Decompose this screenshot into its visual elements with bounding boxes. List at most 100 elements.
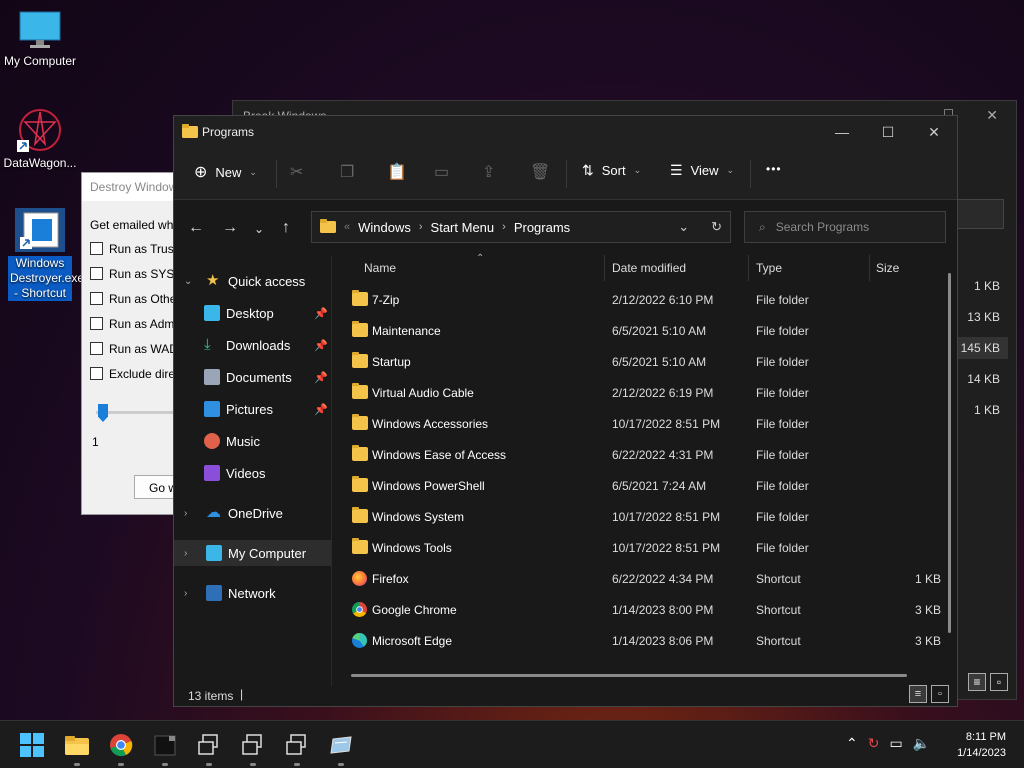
- maximize-icon[interactable]: ☐: [865, 116, 911, 148]
- file-explorer-taskbar-icon[interactable]: [65, 733, 89, 757]
- details-view-icon[interactable]: ≡: [968, 673, 986, 691]
- refresh-icon[interactable]: ↻: [711, 219, 722, 235]
- chevron-right-icon[interactable]: ›: [184, 508, 198, 519]
- back-arrow-icon[interactable]: ←: [188, 219, 204, 237]
- list-view-icon: ☰: [670, 162, 683, 178]
- address-bar[interactable]: « Windows › Start Menu › Programs ⌄ ↻: [311, 211, 731, 243]
- column-header-type[interactable]: Type: [756, 261, 782, 275]
- file-row[interactable]: 7-Zip 2/12/2022 6:10 PM File folder: [332, 285, 947, 316]
- explorer-window[interactable]: Programs — ☐ ✕ ⊕ New ⌄ ✂ ❐ 📋 ▭ ⇪ 🗑 ⇅ Sor…: [173, 115, 958, 707]
- desktop-icon-datawagon[interactable]: DataWagon...: [0, 108, 80, 170]
- chevron-down-icon: ⌄: [249, 166, 257, 177]
- checkbox[interactable]: [90, 292, 103, 305]
- sidebar-item-my-computer[interactable]: › My Computer: [174, 540, 332, 566]
- close-icon[interactable]: ✕: [986, 107, 998, 124]
- delete-button[interactable]: 🗑: [530, 162, 550, 182]
- chevron-right-icon[interactable]: ›: [184, 548, 198, 559]
- desktop-icon-my-computer[interactable]: My Computer: [0, 10, 80, 68]
- sidebar-item-quick-access[interactable]: ⌄ ★ Quick access: [174, 268, 332, 294]
- share-button[interactable]: ⇪: [482, 162, 495, 182]
- breadcrumb-item[interactable]: Start Menu: [431, 220, 495, 235]
- window-taskbar-icon[interactable]: [241, 733, 265, 757]
- app-taskbar-icon[interactable]: [153, 733, 177, 757]
- close-icon[interactable]: ✕: [911, 116, 957, 148]
- overflow-icon[interactable]: «: [344, 221, 350, 233]
- file-row[interactable]: Microsoft Edge 1/14/2023 8:06 PM Shortcu…: [332, 626, 947, 657]
- copy-button[interactable]: ❐: [340, 162, 354, 182]
- sidebar-item-downloads[interactable]: ⤓ Downloads 📌: [174, 332, 332, 358]
- vertical-scrollbar[interactable]: [948, 273, 951, 633]
- sidebar-item-music[interactable]: Music: [174, 428, 332, 454]
- cloud-icon: ☁: [206, 504, 221, 521]
- column-header-date[interactable]: Date modified: [612, 261, 686, 275]
- breadcrumb-item[interactable]: Windows: [358, 220, 411, 235]
- network-icon[interactable]: ▭: [889, 735, 902, 752]
- sort-button[interactable]: ⇅ Sort ⌄: [582, 162, 641, 179]
- recent-chevron-icon[interactable]: ⌄: [254, 222, 264, 236]
- sync-icon[interactable]: ↻: [868, 735, 880, 752]
- view-toggle[interactable]: ≡ ▫: [968, 673, 1008, 691]
- tiles-view-icon[interactable]: ▫: [990, 673, 1008, 691]
- app-taskbar-icon[interactable]: [329, 733, 353, 757]
- chevron-down-icon[interactable]: ⌄: [678, 219, 689, 235]
- file-row[interactable]: Windows Ease of Access 6/22/2022 4:31 PM…: [332, 440, 947, 471]
- rename-button[interactable]: ▭: [434, 162, 449, 182]
- sidebar-item-documents[interactable]: Documents 📌: [174, 364, 332, 390]
- paste-button[interactable]: 📋: [387, 162, 407, 182]
- horizontal-scrollbar[interactable]: [351, 674, 907, 677]
- destroy-windows-dialog[interactable]: Destroy Windows Get emailed whe Run as T…: [81, 172, 181, 515]
- column-headers: ⌃ Name Date modified Type Size: [332, 253, 947, 283]
- chevron-down-icon[interactable]: ⌄: [184, 276, 198, 287]
- details-view-icon[interactable]: ≡: [909, 685, 927, 703]
- checkbox[interactable]: [90, 367, 103, 380]
- chevron-right-icon[interactable]: ›: [184, 588, 198, 599]
- column-header-name[interactable]: Name: [364, 261, 396, 275]
- checkbox[interactable]: [90, 267, 103, 280]
- chevron-up-icon[interactable]: ⌃: [846, 735, 858, 752]
- option-checkbox[interactable]: Exclude dire: [90, 358, 180, 389]
- forward-arrow-icon[interactable]: →: [222, 219, 238, 237]
- start-button[interactable]: [20, 733, 44, 757]
- file-row[interactable]: Virtual Audio Cable 2/12/2022 6:19 PM Fi…: [332, 378, 947, 409]
- column-header-size[interactable]: Size: [876, 261, 899, 275]
- more-options-button[interactable]: •••: [766, 162, 782, 176]
- cut-button[interactable]: ✂: [290, 162, 303, 182]
- sidebar-item-videos[interactable]: Videos: [174, 460, 332, 486]
- up-arrow-icon[interactable]: ↑: [282, 219, 290, 237]
- title-bar[interactable]: Programs — ☐ ✕: [174, 116, 957, 148]
- file-row[interactable]: Google Chrome 1/14/2023 8:00 PM Shortcut…: [332, 595, 947, 626]
- pin-icon[interactable]: 📌: [314, 371, 328, 384]
- file-row[interactable]: Windows Accessories 10/17/2022 8:51 PM F…: [332, 409, 947, 440]
- window-taskbar-icon[interactable]: [285, 733, 309, 757]
- slider-thumb[interactable]: [98, 404, 108, 422]
- view-button[interactable]: ☰ View ⌄: [670, 162, 734, 179]
- file-row[interactable]: Maintenance 6/5/2021 5:10 AM File folder: [332, 316, 947, 347]
- file-row[interactable]: Windows System 10/17/2022 8:51 PM File f…: [332, 502, 947, 533]
- sidebar-item-network[interactable]: › Network: [174, 580, 332, 606]
- clock[interactable]: 8:11 PM 1/14/2023: [957, 729, 1006, 761]
- checkbox[interactable]: [90, 342, 103, 355]
- slider-track[interactable]: [96, 411, 180, 414]
- sidebar-item-pictures[interactable]: Pictures 📌: [174, 396, 332, 422]
- tiles-view-icon[interactable]: ▫: [931, 685, 949, 703]
- pin-icon[interactable]: 📌: [314, 403, 328, 416]
- new-button[interactable]: ⊕ New ⌄: [194, 162, 257, 182]
- desktop-icon-windows-destroyer[interactable]: Windows Destroyer.exe - Shortcut: [0, 208, 84, 301]
- file-row[interactable]: Windows PowerShell 6/5/2021 7:24 AM File…: [332, 471, 947, 502]
- window-taskbar-icon[interactable]: [197, 733, 221, 757]
- minimize-icon[interactable]: —: [819, 116, 865, 148]
- file-row[interactable]: Windows Tools 10/17/2022 8:51 PM File fo…: [332, 533, 947, 564]
- pin-icon[interactable]: 📌: [314, 307, 328, 320]
- pin-icon[interactable]: 📌: [314, 339, 328, 352]
- sidebar-item-onedrive[interactable]: › ☁ OneDrive: [174, 500, 332, 526]
- checkbox[interactable]: [90, 317, 103, 330]
- speaker-icon[interactable]: 🔈: [913, 735, 930, 752]
- file-row[interactable]: Firefox 6/22/2022 4:34 PM Shortcut 1 KB: [332, 564, 947, 595]
- file-row[interactable]: Startup 6/5/2021 5:10 AM File folder: [332, 347, 947, 378]
- search-input[interactable]: ⌕ Search Programs: [744, 211, 946, 243]
- checkbox[interactable]: [90, 242, 103, 255]
- chrome-taskbar-icon[interactable]: [109, 733, 133, 757]
- folder-icon: [352, 445, 368, 461]
- sidebar-item-desktop[interactable]: Desktop 📌: [174, 300, 332, 326]
- breadcrumb-item[interactable]: Programs: [514, 220, 570, 235]
